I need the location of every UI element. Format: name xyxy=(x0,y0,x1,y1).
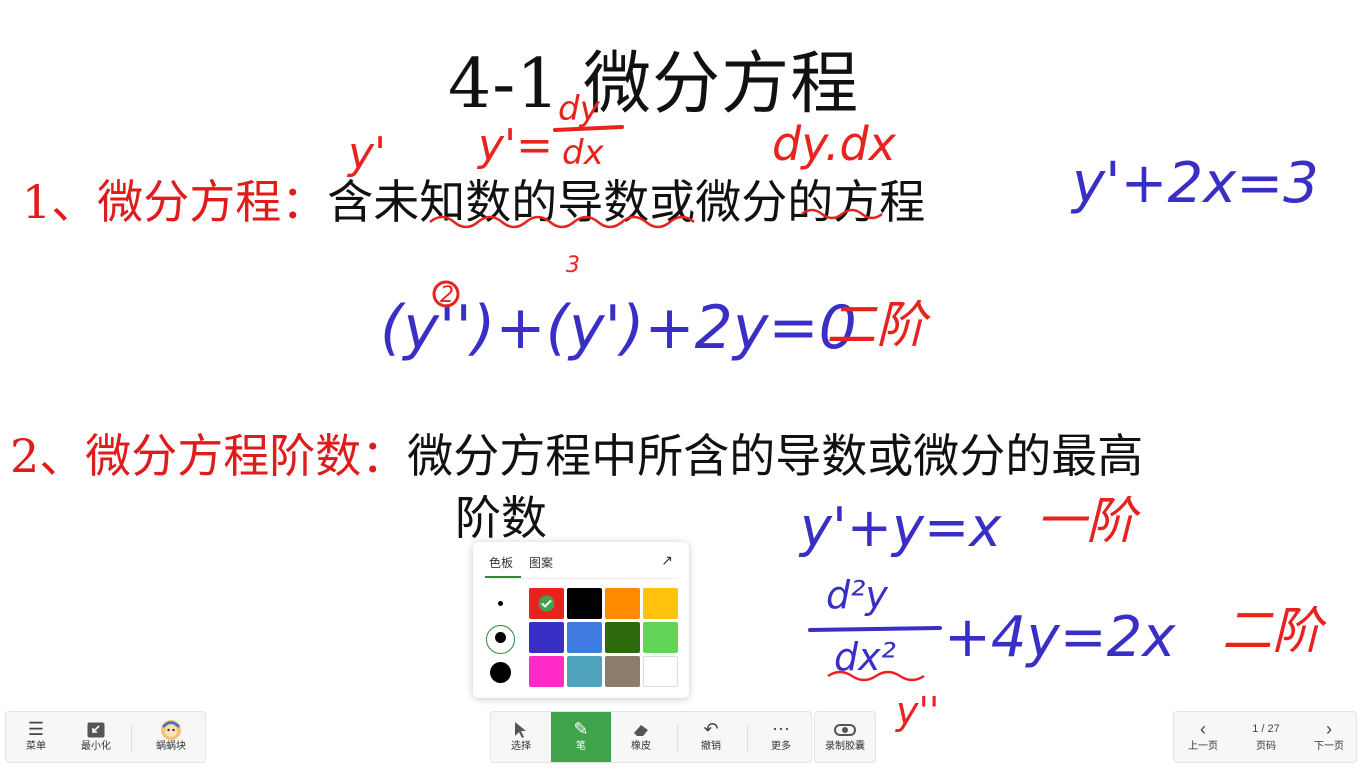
ink-eq3: y'+y=x xyxy=(798,496,1002,559)
ink-d2y: d²y xyxy=(826,573,888,617)
select-button[interactable]: 选择 xyxy=(491,712,551,762)
swatch-orange[interactable] xyxy=(605,588,640,619)
ink-order2: 二阶 xyxy=(826,296,931,354)
hamburger-icon: ☰ xyxy=(27,719,45,739)
swatch-dark-green[interactable] xyxy=(605,622,640,653)
definition-2: 2、微分方程阶数：微分方程中所含的导数或微分的最高 xyxy=(10,420,1143,486)
record-capsule-icon xyxy=(815,712,875,740)
palette-divider xyxy=(485,578,677,579)
ink-eq4-rest: +4y=2x xyxy=(944,605,1176,670)
definition-1-label: 1、微分方程： xyxy=(22,175,328,229)
pen-label: 笔 xyxy=(576,741,586,752)
page-indicator-button[interactable]: 1 / 27 页码 xyxy=(1236,712,1296,762)
snail-avatar-icon xyxy=(138,712,204,741)
ink-eq1: y'+2x=3 xyxy=(1070,151,1319,216)
snail-label: 蜗蜗块 xyxy=(156,741,186,752)
definition-2-label: 2、微分方程阶数： xyxy=(10,429,408,483)
next-page-label: 下一页 xyxy=(1314,741,1344,752)
record-capsule-button[interactable]: 录制胶囊 xyxy=(815,712,875,762)
eraser-label: 橡皮 xyxy=(631,741,651,752)
eraser-icon xyxy=(611,712,671,740)
swatch-black[interactable] xyxy=(567,588,602,619)
swatch-red[interactable] xyxy=(529,588,564,619)
ink-eq2: (y'')+(y')+2y=0 xyxy=(380,293,857,363)
swatch-white[interactable] xyxy=(643,656,678,687)
slide-title: 4-1 微分方程 xyxy=(448,45,860,124)
next-page-button[interactable]: › 下一页 xyxy=(1300,712,1358,762)
center-toolbar: 选择 ✎ 笔 橡皮 ↶ 撤销 ⋯ 更多 xyxy=(490,711,812,763)
ink-exp3: 3 xyxy=(566,253,580,278)
pen-button[interactable]: ✎ 笔 xyxy=(551,712,611,762)
tab-pattern[interactable]: 图案 xyxy=(529,554,553,571)
swatch-magenta[interactable] xyxy=(529,656,564,687)
undo-icon: ↶ xyxy=(703,719,719,739)
record-capsule-label: 录制胶囊 xyxy=(825,741,865,752)
expand-icon[interactable]: ↗ xyxy=(661,552,673,569)
more-button[interactable]: ⋯ 更多 xyxy=(751,712,811,762)
prev-page-label: 上一页 xyxy=(1188,741,1218,752)
toolbar-separator xyxy=(747,724,748,752)
swatch-indigo[interactable] xyxy=(529,622,564,653)
ink-ypp: y'' xyxy=(895,689,939,733)
color-palette-popup: 色板 图案 ↗ xyxy=(473,542,689,698)
ink-exp2: 2 xyxy=(440,283,454,308)
definition-2-text: 微分方程中所含的导数或微分的最高 xyxy=(407,429,1144,483)
record-toolbar: 录制胶囊 xyxy=(814,711,876,763)
pen-icon: ✎ xyxy=(573,719,589,739)
swatch-blue[interactable] xyxy=(567,622,602,653)
check-icon xyxy=(538,595,555,612)
toolbar-separator xyxy=(677,724,678,752)
swatch-yellow[interactable] xyxy=(643,588,678,619)
undo-button[interactable]: ↶ 撤销 xyxy=(681,712,741,762)
menu-button[interactable]: ☰ 菜单 xyxy=(6,712,66,762)
tab-color-board[interactable]: 色板 xyxy=(489,554,513,571)
minimize-icon xyxy=(66,712,126,740)
swatch-teal[interactable] xyxy=(567,656,602,687)
chevron-left-icon: ‹ xyxy=(1200,719,1206,739)
left-toolbar: ☰ 菜单 最小化 蜗蜗块 xyxy=(5,711,206,763)
cursor-arrow-icon xyxy=(491,712,551,740)
menu-label: 菜单 xyxy=(26,741,46,752)
page-label: 页码 xyxy=(1256,741,1276,752)
snail-button[interactable]: 蜗蜗块 xyxy=(138,712,204,762)
page-navigation-toolbar: ‹ 上一页 1 / 27 页码 › 下一页 xyxy=(1173,711,1357,763)
prev-page-button[interactable]: ‹ 上一页 xyxy=(1174,712,1232,762)
swatch-taupe[interactable] xyxy=(605,656,640,687)
swatch-light-green[interactable] xyxy=(643,622,678,653)
ink-order1: 一阶 xyxy=(1036,492,1141,550)
ink-dx2: dx² xyxy=(834,635,896,679)
toolbar-separator xyxy=(131,724,132,752)
ink-underline-3 xyxy=(827,670,925,682)
pen-size-selected-ring xyxy=(486,625,515,654)
ink-y-prime-eq: y'= xyxy=(476,120,553,171)
undo-label: 撤销 xyxy=(701,741,721,752)
eraser-button[interactable]: 橡皮 xyxy=(611,712,671,762)
page-indicator: 1 / 27 xyxy=(1252,723,1280,735)
definition-1: 1、微分方程：含未知数的导数或微分的方程 xyxy=(22,166,925,232)
definition-2-text-cont: 阶数 xyxy=(455,491,547,545)
minimize-button[interactable]: 最小化 xyxy=(66,712,126,762)
ink-fraction-bar xyxy=(553,125,624,132)
minimize-label: 最小化 xyxy=(81,741,111,752)
more-dots-icon: ⋯ xyxy=(772,719,790,739)
more-label: 更多 xyxy=(771,741,791,752)
pen-size-large[interactable] xyxy=(490,662,511,683)
definition-1-text: 含未知数的导数或微分的方程 xyxy=(327,175,926,229)
select-label: 选择 xyxy=(511,741,531,752)
chevron-right-icon: › xyxy=(1326,719,1332,739)
ink-order2b: 二阶 xyxy=(1222,602,1327,660)
pen-size-small[interactable] xyxy=(498,601,503,606)
ink-circle xyxy=(432,280,460,308)
ink-fraction-bar-2 xyxy=(808,626,942,632)
